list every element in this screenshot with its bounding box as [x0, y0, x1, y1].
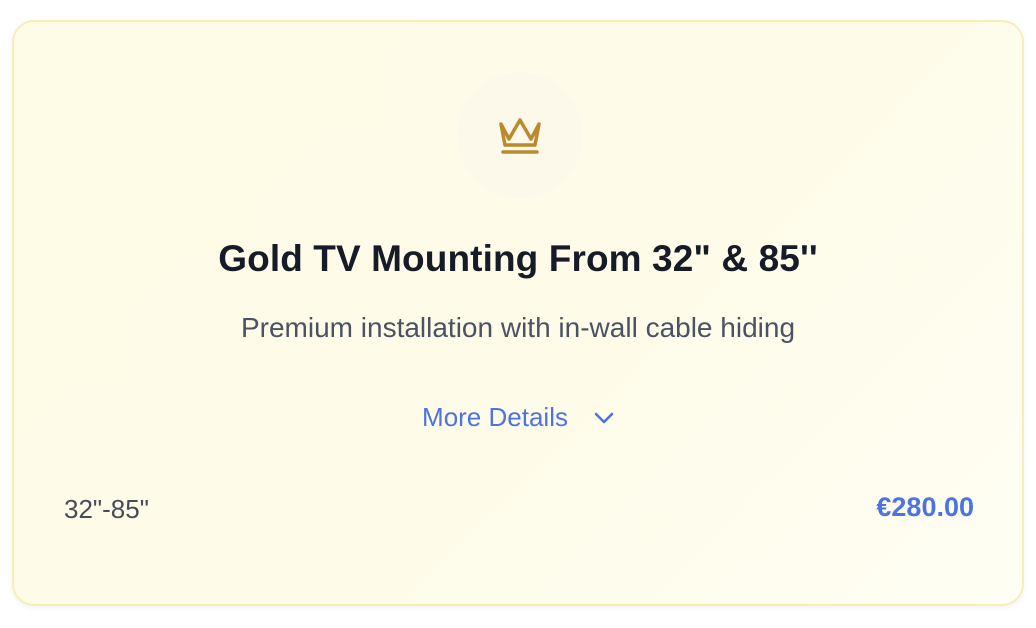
more-details-label: More Details [422, 402, 568, 432]
service-title: Gold TV Mounting From 32" & 85'' [218, 238, 818, 279]
service-card[interactable]: Gold TV Mounting From 32" & 85'' Premium… [12, 20, 1024, 606]
crown-icon-badge [457, 72, 583, 198]
crown-icon [499, 118, 541, 154]
more-details-button[interactable]: More Details [14, 402, 1022, 433]
tv-size-range: 32"-85" [64, 494, 149, 524]
service-price: €280.00 [876, 492, 974, 522]
service-subtitle: Premium installation with in-wall cable … [240, 312, 796, 343]
chevron-down-icon [594, 412, 614, 423]
